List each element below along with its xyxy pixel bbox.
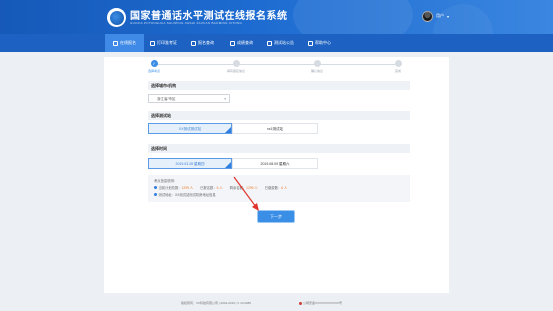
step-done: 完成	[378, 60, 418, 73]
nav-item-label: 打印准考证	[157, 40, 177, 45]
nav-item-help-center[interactable]: 帮助中心	[300, 34, 339, 52]
step-label: 确认信息	[310, 68, 323, 73]
section-title-city: 选择城市/机构	[148, 81, 410, 90]
footer-icp[interactable]: 公网安备XXXXXXXXXXXX号	[299, 301, 342, 305]
info-address-row: 测试地址：XX测试站测试机房地址信息	[154, 192, 404, 197]
step-confirm: 确认信息	[297, 60, 337, 73]
site-title: 国家普通话水平测试在线报名系统	[130, 11, 288, 22]
nav-item-label: 在线报名	[120, 40, 136, 45]
search-icon	[191, 40, 196, 46]
selected-corner-icon	[225, 162, 231, 168]
city-select[interactable]: 浙江省/市区 ▾	[148, 94, 230, 103]
nav-item-online-registration[interactable]: 在线报名	[105, 34, 144, 52]
help-icon	[308, 40, 313, 46]
user-menu[interactable]: 用户 ▾	[422, 10, 449, 22]
section-title-station: 选择测试站	[148, 111, 410, 120]
site-logo[interactable]	[107, 8, 126, 27]
nav-item-print-admission[interactable]: 打印准考证	[144, 34, 183, 52]
info-heading: 考点信息说明：	[154, 179, 178, 183]
step-fill-info: 填写报名信息	[216, 60, 256, 73]
check-icon: ✓	[150, 60, 158, 67]
main-nav: 在线报名 打印准考证 报名查询 成绩查询 测试站公告 帮助中心	[0, 34, 553, 52]
megaphone-icon	[267, 40, 272, 46]
footer-copyright: 版权所有：XX科技有限公司 | 2004-2019 | V 10.0080	[181, 301, 251, 305]
police-badge-icon	[299, 301, 302, 305]
nav-item-label: 测试站公告	[274, 40, 294, 45]
nav-item-label: 帮助中心	[315, 40, 331, 45]
station-info-box: 考点信息说明： 当前计划总数：1299 人 已报名数：6 人 剩余名额：1299…	[148, 175, 410, 202]
edit-icon	[113, 40, 118, 46]
registration-card: ✓ 选择考点 填写报名信息 确认信息 完成 选择城市/机构 浙江省/市区 ▾ 选…	[104, 57, 449, 293]
step-label: 填写报名信息	[226, 68, 245, 73]
nav-item-score-query[interactable]: 成绩查询	[222, 34, 261, 52]
site-footer: 版权所有：XX科技有限公司 | 2004-2019 | V 10.0080 公网…	[0, 299, 553, 307]
next-step-button[interactable]: 下一步	[258, 211, 294, 222]
nav-item-label: 报名查询	[198, 40, 214, 45]
print-icon	[150, 40, 155, 46]
step-select-station: ✓ 选择考点	[134, 60, 174, 73]
info-bullet-icon	[154, 186, 157, 189]
step-label: 选择考点	[147, 68, 160, 73]
user-name[interactable]: 用户	[436, 13, 444, 19]
nav-item-announcements[interactable]: 测试站公告	[261, 34, 300, 52]
station-option[interactable]: xx1测试站	[232, 123, 318, 134]
header-decoration	[293, 0, 413, 34]
nav-item-label: 成绩查询	[237, 40, 253, 45]
section-title-time: 选择时间	[148, 144, 410, 153]
avatar[interactable]	[422, 10, 433, 22]
time-option[interactable]: 2019.08.09 星期六	[232, 158, 318, 169]
document-icon	[230, 40, 235, 46]
chevron-down-icon: ▾	[224, 97, 226, 101]
step-label: 完成	[394, 68, 401, 73]
stepper-track	[154, 64, 399, 65]
selected-corner-icon	[225, 127, 231, 133]
site-header: 国家普通话水平测试在线报名系统 GUOJIA PUTONGHUA SHUIPIN…	[0, 0, 553, 34]
station-option-selected[interactable]: XX测试测试站	[148, 123, 232, 134]
time-option-selected[interactable]: 2019.03.28 星期四	[148, 158, 232, 169]
location-icon	[154, 192, 157, 196]
city-select-value: 浙江省/市区	[157, 97, 176, 101]
site-subtitle: GUOJIA PUTONGHUA SHUIPING CESHI ZAIXIAN …	[130, 21, 243, 25]
chevron-down-icon[interactable]: ▾	[447, 14, 449, 19]
info-stats-row: 当前计划总数：1299 人 已报名数：6 人 剩余名额：1299 人 已缴费数：…	[154, 185, 404, 190]
nav-item-registration-query[interactable]: 报名查询	[183, 34, 222, 52]
